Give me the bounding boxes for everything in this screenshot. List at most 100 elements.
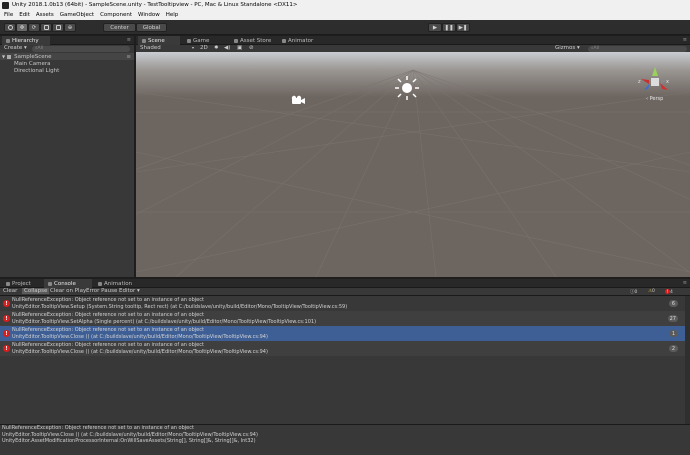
space-label: Global <box>142 24 161 31</box>
animation-icon <box>98 281 102 286</box>
hierarchy-item-label: Main Camera <box>14 60 51 67</box>
project-tab-label: Project <box>12 280 31 287</box>
menu-file[interactable]: File <box>4 12 13 18</box>
play-button[interactable]: ▶ <box>428 23 442 32</box>
mode-2d-toggle[interactable]: 2D <box>200 45 208 51</box>
lighting-toggle-icon[interactable]: ✹ <box>214 45 219 51</box>
panel-menu-icon[interactable]: ≡ <box>127 37 131 43</box>
tab-hierarchy[interactable]: Hierarchy <box>2 36 50 45</box>
audio-toggle-icon[interactable]: ◀) <box>224 45 230 51</box>
tab-console[interactable]: Console <box>44 279 92 288</box>
menu-window[interactable]: Window <box>138 12 160 18</box>
menu-edit[interactable]: Edit <box>19 12 30 18</box>
rect-tool-button[interactable] <box>52 23 64 32</box>
window-titlebar: Unity 2018.1.0b13 (64bit) - SampleScene.… <box>0 0 690 10</box>
scene-viewport[interactable]: z x ‹ Persp <box>136 52 690 277</box>
menu-help[interactable]: Help <box>166 12 179 18</box>
console-log-entry[interactable]: ! NullReferenceException: Object referen… <box>0 341 690 356</box>
perspective-toggle[interactable]: ‹ Persp <box>646 96 663 102</box>
main-toolbar: ✥ ⟳ ⊕ Center Global ▶ ❚❚ ▶❚ <box>0 20 690 35</box>
tab-game[interactable]: Game <box>183 36 223 45</box>
axis-z-label: z <box>638 79 641 85</box>
log-count-badge: 1 <box>669 330 678 337</box>
asset-store-tab-label: Asset Store <box>240 37 272 44</box>
game-tab-label: Game <box>193 37 210 44</box>
error-icon: ! <box>3 330 10 337</box>
rotate-tool-button[interactable]: ⟳ <box>28 23 40 32</box>
animation-tab-label: Animation <box>104 280 133 287</box>
clear-on-play-toggle[interactable]: Clear on Play <box>50 288 86 294</box>
console-log-entry-selected[interactable]: ! NullReferenceException: Object referen… <box>0 326 690 341</box>
menu-assets[interactable]: Assets <box>36 12 54 18</box>
info-filter-toggle[interactable]: ⓘ0 <box>630 289 637 295</box>
info-count: 0 <box>634 290 638 295</box>
console-tab-label: Console <box>54 280 76 287</box>
move-icon: ✥ <box>19 24 25 31</box>
editor-dropdown[interactable]: Editor ▾ <box>119 288 140 294</box>
tab-project[interactable]: Project <box>2 279 42 288</box>
menu-component[interactable]: Component <box>100 12 132 18</box>
hierarchy-scene-row[interactable]: ▼ SampleScene ≡ <box>0 53 134 60</box>
menu-bar: File Edit Assets GameObject Component Wi… <box>0 10 690 20</box>
transform-tool-button[interactable]: ⊕ <box>64 23 76 32</box>
warning-filter-toggle[interactable]: ⚠0 <box>648 289 655 294</box>
log-stacktrace: UnityEditor.TooltipView.SetAlpha (Single… <box>12 319 317 325</box>
scene-tab-label: Scene <box>148 37 165 44</box>
console-list-scrollbar[interactable] <box>685 296 690 424</box>
tab-animation[interactable]: Animation <box>94 279 144 288</box>
expand-arrow-icon: ▼ <box>2 54 6 59</box>
panel-menu-icon[interactable]: ≡ <box>683 37 687 43</box>
asset-store-icon <box>234 38 238 43</box>
warning-count: 0 <box>652 289 655 294</box>
hierarchy-panel: ▼ SampleScene ≡ Main Camera Directional … <box>0 52 134 277</box>
shading-mode-dropdown[interactable]: Shaded <box>140 45 161 51</box>
collapse-toggle[interactable]: Collapse <box>22 288 50 294</box>
hierarchy-icon <box>6 38 10 43</box>
log-message: NullReferenceException: Object reference… <box>12 312 204 318</box>
animator-tab-label: Animator <box>288 37 314 44</box>
space-toggle-button[interactable]: Global <box>136 23 167 32</box>
scene-menu-icon[interactable]: ≡ <box>126 54 131 60</box>
scene-tab-icon <box>142 38 146 43</box>
window-title: Unity 2018.1.0b13 (64bit) - SampleScene.… <box>12 2 298 8</box>
scene-icon <box>7 54 12 59</box>
pause-button[interactable]: ❚❚ <box>442 23 456 32</box>
hierarchy-search-placeholder: ⌕All <box>35 46 44 51</box>
scene-tabs-header: Scene Game Asset Store Animator ≡ <box>136 36 690 45</box>
hand-tool-button[interactable] <box>4 23 16 32</box>
hierarchy-tab-label: Hierarchy <box>12 37 39 44</box>
clear-button[interactable]: Clear <box>3 288 17 294</box>
create-button[interactable]: Create ▾ <box>4 45 27 51</box>
camera-gizmo-icon[interactable] <box>290 95 306 106</box>
move-tool-button[interactable]: ✥ <box>16 23 28 32</box>
game-tab-icon <box>187 38 191 43</box>
tab-asset-store[interactable]: Asset Store <box>230 36 276 45</box>
log-stacktrace: UnityEditor.TooltipView.Setup (System.St… <box>12 304 348 310</box>
console-log-entry[interactable]: ! NullReferenceException: Object referen… <box>0 296 690 311</box>
pivot-label: Center <box>110 24 129 31</box>
step-button[interactable]: ▶❚ <box>456 23 470 32</box>
console-log-entry[interactable]: ! NullReferenceException: Object referen… <box>0 311 690 326</box>
error-icon: ! <box>3 345 10 352</box>
hierarchy-item-directional-light[interactable]: Directional Light <box>0 67 134 74</box>
log-count-badge: 2 <box>669 345 678 352</box>
log-count-badge: 27 <box>667 315 678 322</box>
pivot-toggle-button[interactable]: Center <box>103 23 136 32</box>
error-pause-toggle[interactable]: Error Pause <box>86 288 117 294</box>
dropdown-arrow-icon: ▾ <box>192 45 195 50</box>
error-count: 4 <box>670 290 673 295</box>
scale-tool-button[interactable] <box>40 23 52 32</box>
error-filter-toggle[interactable]: ! 4 <box>665 289 673 295</box>
directional-light-gizmo-icon[interactable] <box>394 75 420 101</box>
hidden-objects-icon[interactable]: ⊘ <box>249 45 254 51</box>
tab-animator[interactable]: Animator <box>278 36 322 45</box>
gizmos-dropdown[interactable]: Gizmos ▾ <box>555 45 580 51</box>
hierarchy-item-main-camera[interactable]: Main Camera <box>0 60 134 67</box>
scale-icon <box>43 25 49 30</box>
rect-icon <box>55 25 61 30</box>
effects-toggle-icon[interactable]: ▣ <box>237 45 242 51</box>
pause-icon: ❚❚ <box>444 24 454 31</box>
tab-scene[interactable]: Scene <box>138 36 180 45</box>
menu-gameobject[interactable]: GameObject <box>60 12 94 18</box>
panel-menu-icon[interactable]: ≡ <box>683 280 687 286</box>
